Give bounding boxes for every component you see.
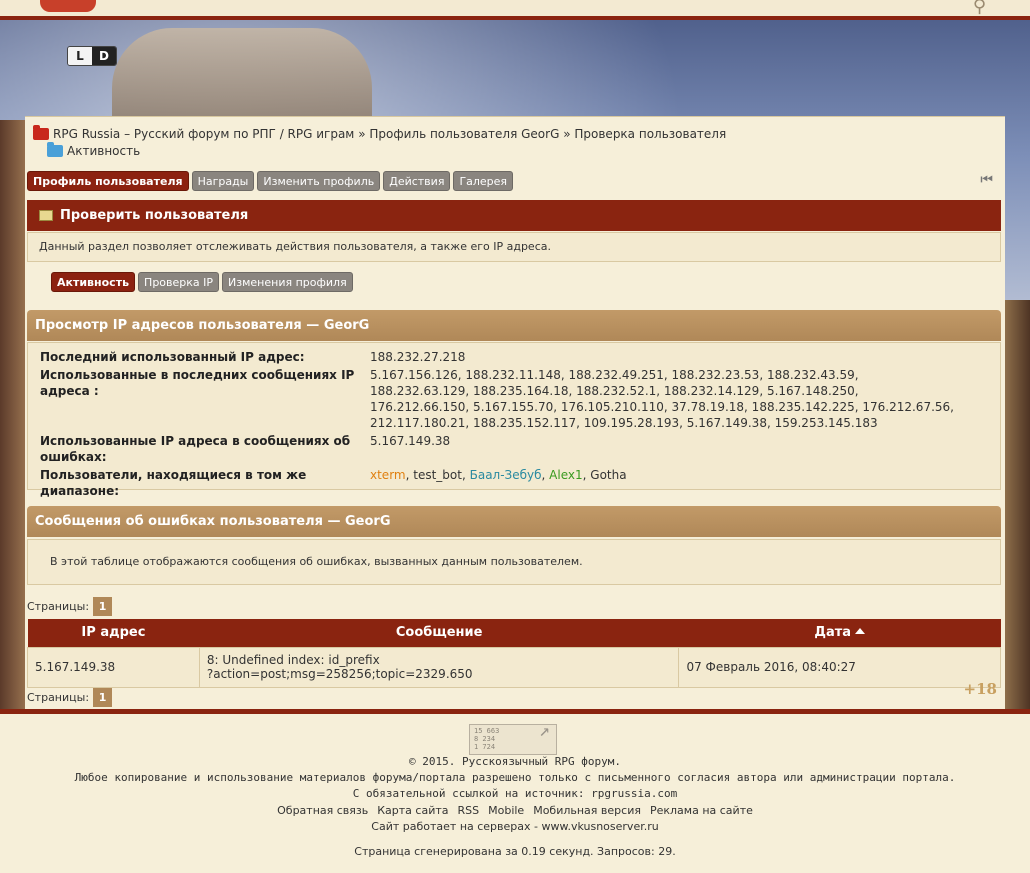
- footer-generated: Страница сгенерирована за 0.19 секунд. З…: [354, 845, 676, 858]
- footer-link-sitemap[interactable]: Карта сайта: [377, 804, 448, 817]
- errors-section-header: Сообщения об ошибках пользователя — Geor…: [27, 506, 1001, 537]
- error-ips-value: 5.167.149.38: [370, 434, 451, 448]
- page-number[interactable]: 1: [93, 597, 113, 616]
- breadcrumb-separator: »: [563, 126, 571, 141]
- errors-description: В этой таблице отображаются сообщения об…: [50, 555, 583, 568]
- main-content: RPG Russia – Русский форум по РПГ / RPG …: [25, 116, 1005, 710]
- visit-counter[interactable]: 15 663 8 234 1 724 ↗: [469, 720, 557, 755]
- search-icon[interactable]: ⚲: [973, 0, 986, 17]
- theme-light-button[interactable]: L: [68, 47, 92, 65]
- tab-edit-profile[interactable]: Изменить профиль: [257, 171, 381, 191]
- ip-info-box: Последний использованный IP адрес: 188.2…: [27, 342, 1001, 498]
- check-user-description-box: Данный раздел позволяет отслеживать дейс…: [27, 232, 1001, 262]
- counter-value: 1 724: [474, 743, 496, 751]
- footer-link-mobile-version[interactable]: Мобильная версия: [533, 804, 641, 817]
- message-line: 8: Undefined index: id_prefix: [206, 653, 380, 667]
- recent-ips-value: 5.167.156.126, 188.232.11.148, 188.232.4…: [370, 368, 954, 430]
- breadcrumb: RPG Russia – Русский форум по РПГ / RPG …: [33, 124, 726, 159]
- cell-ip: 5.167.149.38: [27, 646, 200, 688]
- tab-gallery[interactable]: Галерея: [453, 171, 514, 191]
- folder-open-icon: [47, 141, 63, 157]
- top-bar: ⚲: [0, 0, 1030, 20]
- footer-link-rss[interactable]: RSS: [458, 804, 480, 817]
- tab-actions[interactable]: Действия: [383, 171, 451, 191]
- same-range-label: Пользователи, находящиеся в том же диапа…: [40, 468, 307, 498]
- message-url[interactable]: ?action=post;msg=258256;topic=2329.650: [207, 667, 672, 681]
- user-link[interactable]: Gotha: [590, 468, 626, 482]
- cell-date: 07 Февраль 2016, 08:40:27: [678, 646, 1001, 688]
- breadcrumb-check[interactable]: Проверка пользователя: [574, 127, 726, 141]
- footer-link-ads[interactable]: Реклама на сайте: [650, 804, 753, 817]
- profile-tabs: Профиль пользователя Награды Изменить пр…: [27, 171, 514, 191]
- user-link[interactable]: Баал-Зебуб: [470, 468, 542, 482]
- same-range-row: Пользователи, находящиеся в том же диапа…: [40, 467, 960, 499]
- user-link[interactable]: xterm: [370, 468, 406, 482]
- castle-image: [112, 28, 372, 128]
- ip-section-title: Просмотр IP адресов пользователя — GeorG: [35, 318, 370, 333]
- error-ips-label: Использованные IP адреса в сообщениях об…: [40, 434, 351, 464]
- theme-dark-button[interactable]: D: [92, 47, 116, 65]
- user-link[interactable]: Alex1: [549, 468, 582, 482]
- errors-section-title: Сообщения об ошибках пользователя — Geor…: [35, 514, 391, 529]
- footer-link-feedback[interactable]: Обратная связь: [277, 804, 368, 817]
- errors-description-box: В этой таблице отображаются сообщения об…: [27, 539, 1001, 585]
- same-range-users: xterm, test_bot, Баал-Зебуб, Alex1, Goth…: [370, 468, 627, 482]
- check-subtabs: Активность Проверка IP Изменения профиля: [51, 272, 353, 292]
- table-header-row: IP адрес Сообщение Дата: [27, 619, 1001, 647]
- error-ips-row: Использованные IP адреса в сообщениях об…: [40, 433, 960, 465]
- table-row: 5.167.149.38 8: Undefined index: id_pref…: [27, 646, 1001, 688]
- id-card-icon: [39, 210, 53, 221]
- pagination-top: Страницы: 1: [27, 597, 113, 616]
- arrow-icon: ↗: [539, 720, 550, 741]
- pagination-bottom: Страницы: 1: [27, 688, 113, 707]
- cell-message: 8: Undefined index: id_prefix ?action=po…: [198, 646, 680, 688]
- footer: 15 663 8 234 1 724 ↗ © 2015. Русскоязычн…: [0, 714, 1030, 873]
- pages-label: Страницы:: [27, 691, 90, 704]
- breadcrumb-forum[interactable]: RPG Russia – Русский форум по РПГ / RPG …: [53, 127, 354, 141]
- ip-section-header: Просмотр IP адресов пользователя — GeorG: [27, 310, 1001, 341]
- theme-switch: L D: [67, 46, 117, 66]
- check-user-description: Данный раздел позволяет отслеживать дейс…: [39, 240, 551, 253]
- sort-ascending-icon: [855, 628, 866, 635]
- breadcrumb-separator: »: [358, 126, 366, 141]
- footer-source-notice: С обязательной ссылкой на источник: rpgr…: [352, 787, 678, 800]
- subtab-activity[interactable]: Активность: [51, 272, 136, 292]
- recent-ips-row: Использованные в последних сообщениях IP…: [40, 367, 960, 431]
- column-date-label: Дата: [814, 625, 852, 641]
- age-rating-badge: +18: [963, 680, 997, 698]
- column-date[interactable]: Дата: [678, 619, 1001, 647]
- check-user-header: Проверить пользователя: [27, 200, 1001, 231]
- recent-ips-label: Использованные в последних сообщениях IP…: [40, 368, 355, 398]
- errors-table: IP адрес Сообщение Дата 5.167.149.38 8: …: [27, 619, 1001, 688]
- footer-link-mobile[interactable]: Mobile: [488, 804, 524, 817]
- footer-copyright: © 2015. Русскоязычный RPG форум.: [409, 755, 621, 768]
- last-ip-value: 188.232.27.218: [370, 350, 466, 364]
- page-number[interactable]: 1: [93, 688, 113, 707]
- tab-awards[interactable]: Награды: [191, 171, 255, 191]
- pages-label: Страницы:: [27, 600, 90, 613]
- column-ip[interactable]: IP адрес: [27, 619, 200, 647]
- collapse-icon[interactable]: ⏮: [980, 172, 993, 188]
- footer-copy-notice: Любое копирование и использование матери…: [74, 771, 956, 784]
- breadcrumb-profile[interactable]: Профиль пользователя GeorG: [369, 127, 559, 141]
- footer-links: Обратная связь Карта сайта RSS Mobile Мо…: [0, 804, 1030, 817]
- subtab-ip-check[interactable]: Проверка IP: [138, 272, 220, 292]
- last-ip-row: Последний использованный IP адрес: 188.2…: [40, 349, 960, 365]
- tab-profile[interactable]: Профиль пользователя: [27, 171, 189, 191]
- breadcrumb-current: Активность: [67, 143, 141, 158]
- site-logo[interactable]: [40, 0, 96, 12]
- column-message[interactable]: Сообщение: [199, 619, 679, 647]
- user-link[interactable]: test_bot: [413, 468, 462, 482]
- subtab-profile-changes[interactable]: Изменения профиля: [222, 272, 353, 292]
- last-ip-label: Последний использованный IP адрес:: [40, 350, 305, 364]
- check-user-title: Проверить пользователя: [60, 208, 249, 223]
- folder-icon: [33, 124, 49, 140]
- footer-servers: Сайт работает на серверах - www.vkusnose…: [371, 820, 659, 833]
